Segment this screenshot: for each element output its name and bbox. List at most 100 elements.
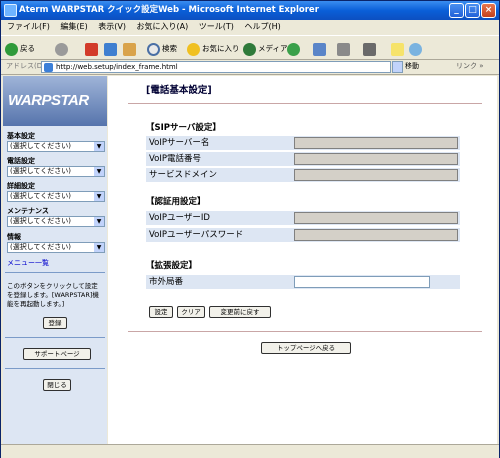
register-note: このボタンをクリックして設定を登録します。[WARPSTAR]機能を再起動します… <box>7 282 99 308</box>
chevron-down-icon: ▼ <box>94 167 104 176</box>
page-icon <box>44 63 53 72</box>
menu-bar: ファイル(F) 編集(E) 表示(V) お気に入り(A) ツール(T) ヘルプ(… <box>1 20 499 34</box>
toolbar: 戻る 検索 お気に入り メディア <box>1 35 499 60</box>
clear-button[interactable]: クリア <box>177 306 205 318</box>
back-button[interactable]: 戻る <box>5 41 35 56</box>
service-domain-input[interactable] <box>294 169 458 181</box>
mail-button[interactable] <box>313 41 328 56</box>
extended-section-heading: 【拡張設定】 <box>146 261 198 271</box>
area-code-row: 市外局番 <box>146 275 460 289</box>
menu-favorites[interactable]: お気に入り(A) <box>137 22 189 31</box>
phone-settings-select[interactable]: (選択してください) ▼ <box>7 166 105 177</box>
address-label: アドレス(D) <box>6 62 45 70</box>
title-divider <box>128 103 482 104</box>
maintenance-select[interactable]: (選択してください) ▼ <box>7 216 105 227</box>
search-button[interactable]: 検索 <box>147 41 177 56</box>
history-button[interactable] <box>287 41 302 56</box>
divider <box>5 272 105 273</box>
voip-server-label: VoIPサーバー名 <box>149 138 210 148</box>
chevron-down-icon: ▼ <box>94 192 104 201</box>
support-page-button[interactable]: サポートページ <box>23 348 91 360</box>
close-button[interactable]: 閉じる <box>43 379 71 391</box>
detail-settings-select[interactable]: (選択してください) ▼ <box>7 191 105 202</box>
group-info: 情報 (選択してください) ▼ <box>7 233 105 253</box>
voip-server-input[interactable] <box>294 137 458 149</box>
revert-button[interactable]: 変更前に戻す <box>209 306 271 318</box>
service-domain-label: サービスドメイン <box>149 170 218 180</box>
refresh-button[interactable] <box>104 41 119 56</box>
voip-number-label: VoIP電話番号 <box>149 154 201 164</box>
address-input[interactable]: http://web.setup/index_frame.html <box>41 61 391 73</box>
group-basic-title: 基本設定 <box>7 132 35 140</box>
go-button[interactable]: 移動 <box>405 61 419 71</box>
group-info-title: 情報 <box>7 233 21 241</box>
voip-number-input[interactable] <box>294 153 458 165</box>
search-icon <box>147 42 160 56</box>
mail-icon <box>313 42 326 56</box>
bottom-divider <box>128 331 482 332</box>
voip-password-input[interactable] <box>294 229 458 241</box>
group-basic: 基本設定 (選択してください) ▼ <box>7 132 105 152</box>
divider <box>5 368 105 369</box>
media-icon <box>243 42 256 56</box>
ie-icon <box>4 4 17 17</box>
group-detail: 詳細設定 (選択してください) ▼ <box>7 182 105 202</box>
service-domain-row: サービスドメイン <box>146 168 460 182</box>
links-toolbar[interactable]: リンク » <box>456 61 484 71</box>
menu-list-link[interactable]: メニュー一覧 <box>7 258 49 268</box>
content-frame: [電話基本設定] 【SIPサーバ設定】 VoIPサーバー名 VoIP電話番号 サ… <box>108 76 497 444</box>
menu-help[interactable]: ヘルプ(H) <box>244 22 280 31</box>
sip-section-heading: 【SIPサーバ設定】 <box>146 123 221 133</box>
group-phone: 電話設定 (選択してください) ▼ <box>7 157 105 177</box>
browser-window: Aterm WARPSTAR クイック設定Web - Microsoft Int… <box>0 0 500 458</box>
title-bar: Aterm WARPSTAR クイック設定Web - Microsoft Int… <box>1 1 499 20</box>
set-button[interactable]: 設定 <box>149 306 173 318</box>
favorites-button[interactable]: お気に入り <box>187 41 240 56</box>
basic-settings-select[interactable]: (選択してください) ▼ <box>7 141 105 152</box>
messenger-button[interactable] <box>409 41 424 56</box>
menu-file[interactable]: ファイル(F) <box>7 22 50 31</box>
stop-button[interactable] <box>85 41 100 56</box>
chevron-down-icon: ▼ <box>94 142 104 151</box>
sidebar-menu: 基本設定 (選択してください) ▼ 電話設定 (選択してください) ▼ 詳細設定 (… <box>3 126 107 444</box>
address-dropdown[interactable] <box>392 61 403 73</box>
refresh-icon <box>104 42 117 56</box>
home-button[interactable] <box>123 41 138 56</box>
group-phone-title: 電話設定 <box>7 157 35 165</box>
stop-icon <box>85 42 98 56</box>
voip-user-id-label: VoIPユーザーID <box>149 213 210 223</box>
edit-button[interactable] <box>363 41 378 56</box>
messenger-icon <box>409 42 422 56</box>
star-icon <box>187 42 200 56</box>
menu-edit[interactable]: 編集(E) <box>60 22 87 31</box>
area-code-input[interactable] <box>294 276 430 288</box>
media-button[interactable]: メディア <box>243 41 287 56</box>
edit-icon <box>363 42 376 56</box>
group-maintenance-title: メンテナンス <box>7 207 49 215</box>
top-page-button[interactable]: トップページへ戻る <box>261 342 351 354</box>
chevron-down-icon: ▼ <box>94 217 104 226</box>
forward-button[interactable] <box>55 41 70 56</box>
auth-section-heading: 【認証用設定】 <box>146 197 206 207</box>
address-bar: アドレス(D) http://web.setup/index_frame.htm… <box>1 60 499 75</box>
discuss-button[interactable] <box>391 41 406 56</box>
minimize-button[interactable]: _ <box>449 3 464 18</box>
voip-number-row: VoIP電話番号 <box>146 152 460 166</box>
register-button[interactable]: 登録 <box>43 317 67 329</box>
forward-arrow-icon <box>55 42 68 56</box>
menu-tools[interactable]: ツール(T) <box>199 22 234 31</box>
back-arrow-icon <box>5 42 18 56</box>
group-detail-title: 詳細設定 <box>7 182 35 190</box>
history-icon <box>287 42 300 56</box>
voip-user-id-row: VoIPユーザーID <box>146 211 460 225</box>
maximize-button[interactable]: □ <box>465 3 480 18</box>
chevron-down-icon: ▼ <box>94 243 104 252</box>
voip-server-row: VoIPサーバー名 <box>146 136 460 150</box>
menu-view[interactable]: 表示(V) <box>98 22 126 31</box>
info-select[interactable]: (選択してください) ▼ <box>7 242 105 253</box>
print-button[interactable] <box>337 41 352 56</box>
voip-user-id-input[interactable] <box>294 212 458 224</box>
window-title: Aterm WARPSTAR クイック設定Web - Microsoft Int… <box>19 5 319 15</box>
close-window-button[interactable]: × <box>481 3 496 18</box>
discuss-icon <box>391 42 404 56</box>
